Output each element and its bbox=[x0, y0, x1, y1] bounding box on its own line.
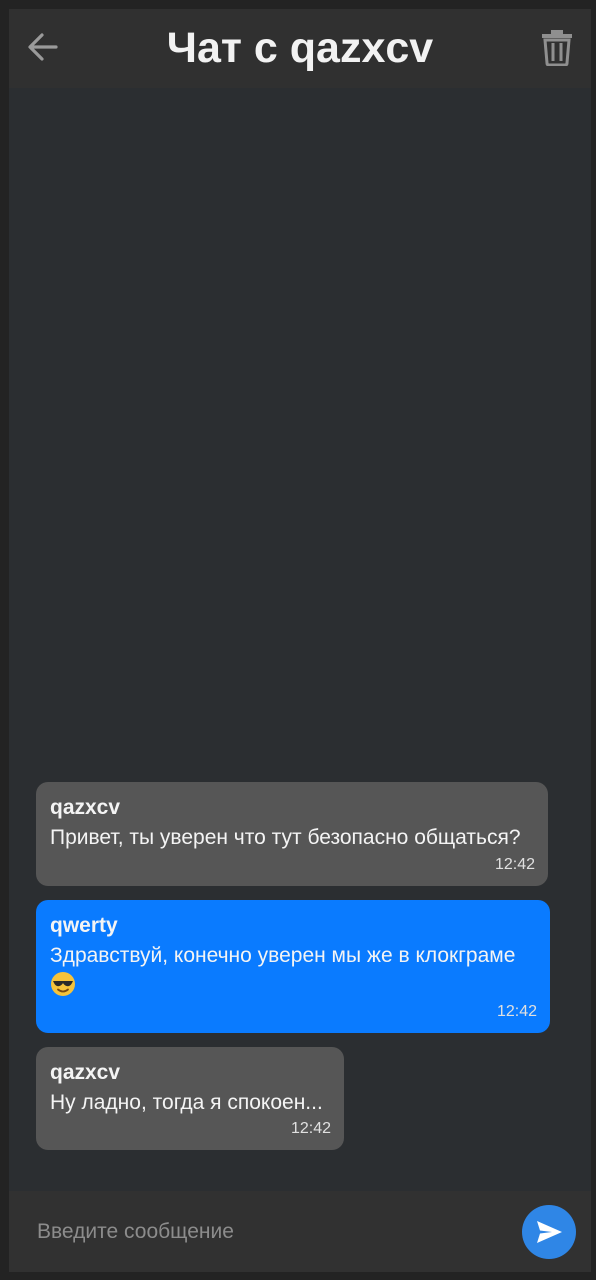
message-bubble: qwerty Здравствуй, конечно уверен мы же … bbox=[36, 900, 550, 1033]
message-list[interactable]: qazxcv Привет, ты уверен что тут безопас… bbox=[9, 88, 591, 1191]
message-text: Здравствуй, конечно уверен мы же в клокг… bbox=[50, 944, 516, 967]
send-button[interactable] bbox=[522, 1205, 576, 1259]
message-sender: qazxcv bbox=[50, 796, 121, 819]
message-text: Ну ладно, тогда я спокоен... bbox=[50, 1091, 323, 1114]
message-time: 12:42 bbox=[496, 1003, 537, 1020]
message-bubble: qazxcv Привет, ты уверен что тут безопас… bbox=[36, 782, 548, 886]
chat-header: Чат с qazxcv bbox=[9, 9, 591, 88]
delete-chat-button[interactable] bbox=[540, 28, 574, 67]
message-time: 12:42 bbox=[494, 856, 535, 873]
trash-icon bbox=[542, 30, 572, 67]
arrow-left-icon bbox=[28, 33, 58, 61]
page-title: Чат с qazxcv bbox=[166, 24, 434, 72]
back-button[interactable] bbox=[24, 28, 62, 66]
message-text-block: Здравствуй, конечно уверен мы же в клокг… bbox=[50, 941, 536, 1001]
message-time: 12:42 bbox=[290, 1120, 331, 1137]
message-sender: qwerty bbox=[50, 914, 118, 937]
message-composer bbox=[9, 1191, 591, 1272]
message-text: Привет, ты уверен что тут безопасно обща… bbox=[50, 826, 521, 849]
message-bubble: qazxcv Ну ладно, тогда я спокоен... 12:4… bbox=[36, 1047, 344, 1150]
send-icon bbox=[537, 1221, 562, 1243]
chat-window: Чат с qazxcv qazxcv Привет, ты уверен чт… bbox=[9, 9, 591, 1272]
smiling-face-with-sunglasses-icon bbox=[51, 972, 75, 996]
message-sender: qazxcv bbox=[50, 1061, 121, 1084]
message-input[interactable] bbox=[35, 1209, 509, 1255]
